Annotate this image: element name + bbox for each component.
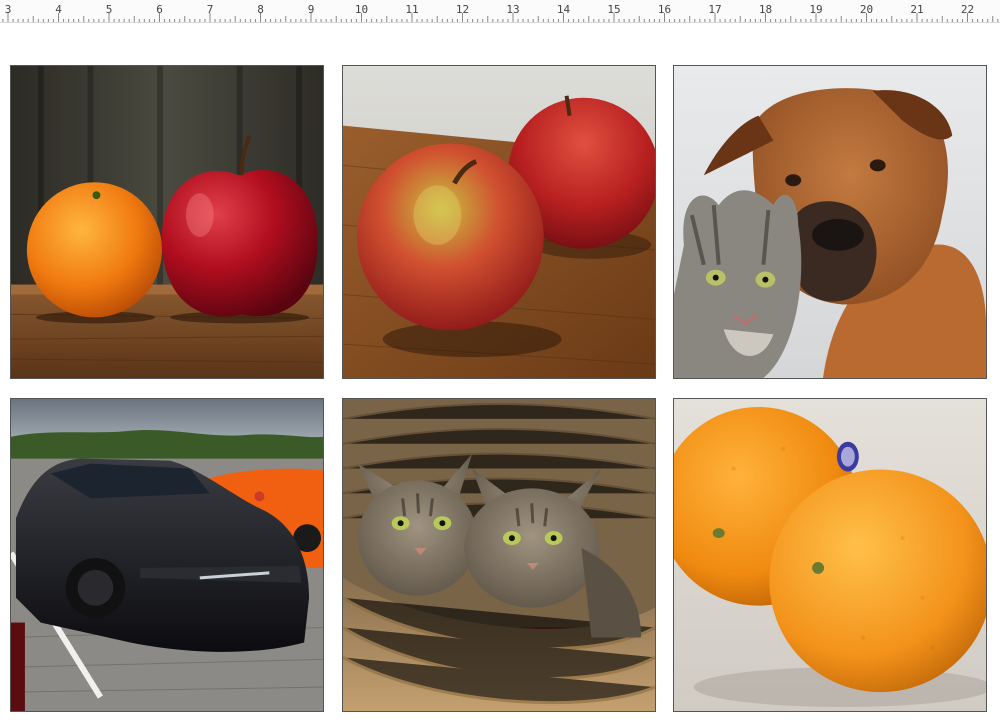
black-sports-car-image[interactable] <box>10 398 324 712</box>
ruler-number: 7 <box>206 3 214 16</box>
ruler-number: 6 <box>156 3 163 16</box>
ruler-number: 17 <box>708 3 722 16</box>
ruler-number: 13 <box>506 3 520 16</box>
two-oranges-image[interactable] <box>673 398 987 712</box>
ruler-number: 22 <box>960 3 975 16</box>
ruler-number: 21 <box>910 3 924 16</box>
ruler-number: 11 <box>405 3 419 16</box>
ruler-number: 19 <box>809 3 823 16</box>
ruler-ticks <box>2 13 999 22</box>
orange-and-apple-image[interactable] <box>10 65 324 379</box>
dog-and-cat-image[interactable] <box>673 65 987 379</box>
ruler: 3 4 5 6 7 8 9 10 11 12 13 14 15 16 17 18 19 20 21 22 <box>0 0 1000 23</box>
ruler-number: 5 <box>105 3 113 16</box>
ruler-number: 8 <box>257 3 264 16</box>
ruler-number: 12 <box>455 3 470 16</box>
ruler-number: 4 <box>55 3 62 16</box>
ruler-number: 3 <box>4 3 12 16</box>
two-kittens-basket-image[interactable] <box>342 398 656 712</box>
ruler-number: 10 <box>354 3 369 16</box>
ruler-number: 18 <box>758 3 773 16</box>
ruler-number: 14 <box>556 3 571 16</box>
ruler-number: 16 <box>657 3 672 16</box>
ruler-number: 20 <box>859 3 874 16</box>
image-grid <box>10 65 990 715</box>
two-apples-image[interactable] <box>342 65 656 379</box>
ruler-number: 9 <box>307 3 315 16</box>
ruler-number: 15 <box>607 3 621 16</box>
